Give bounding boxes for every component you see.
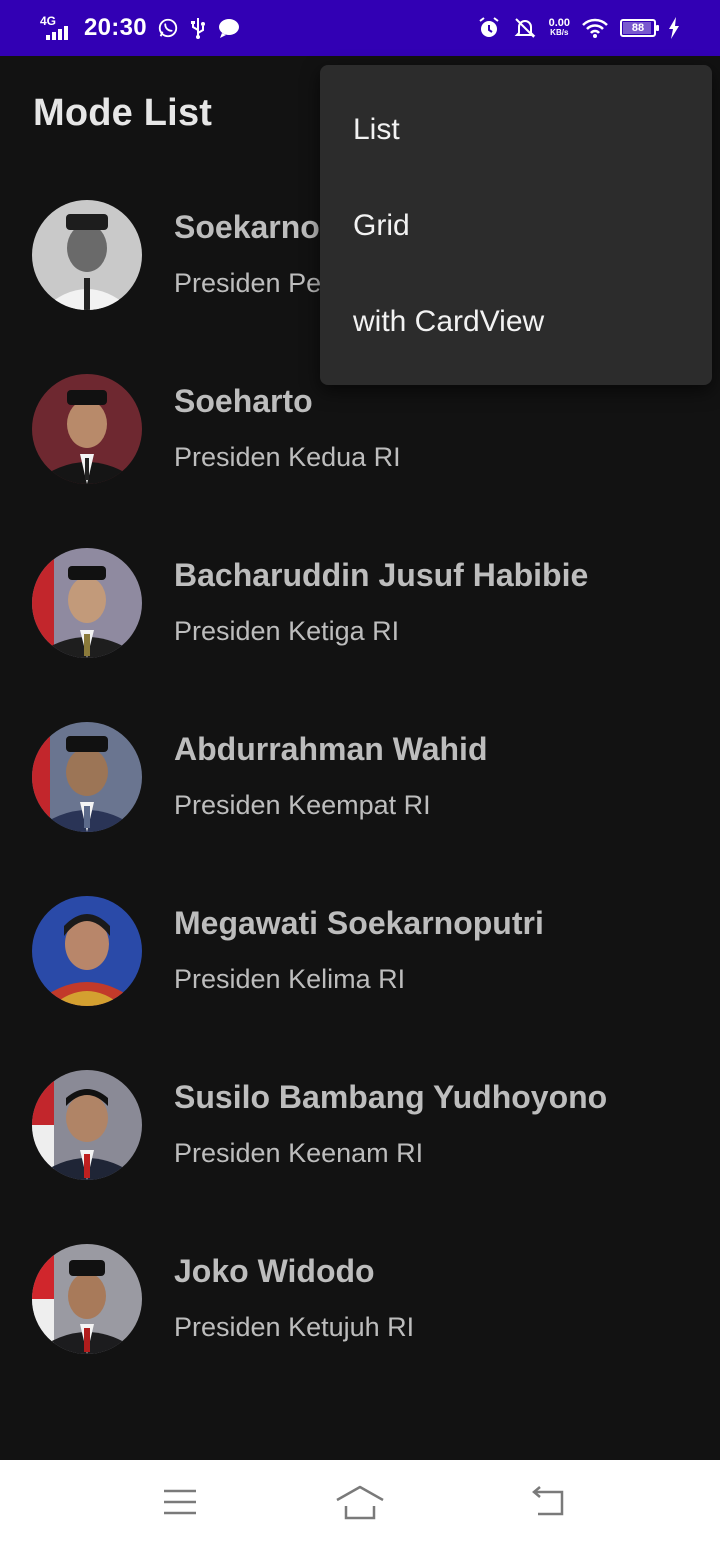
avatar <box>32 896 142 1006</box>
hero-name: Soeharto <box>174 383 313 419</box>
menu-icon[interactable] <box>152 1480 208 1524</box>
page-title: Mode List <box>33 92 213 134</box>
avatar <box>32 1244 142 1354</box>
hero-name: Soekarno <box>174 209 320 245</box>
usb-icon <box>189 16 207 40</box>
menu-item-cardview[interactable]: with CardView <box>320 274 712 370</box>
menu-item-grid[interactable]: Grid <box>320 178 712 274</box>
battery-icon: 88 <box>620 19 659 37</box>
overflow-menu: List Grid with CardView <box>320 65 712 385</box>
list-item[interactable]: Megawati Soekarnoputri Presiden Kelima R… <box>0 864 720 1038</box>
chat-bubble-icon <box>217 17 241 39</box>
back-icon[interactable] <box>520 1480 576 1524</box>
hero-name: Bacharuddin Jusuf Habibie <box>174 557 589 593</box>
list-item[interactable]: Abdurrahman Wahid Presiden Keempat RI <box>0 690 720 864</box>
whatsapp-icon <box>157 17 179 39</box>
hero-name: Abdurrahman Wahid <box>174 731 488 767</box>
menu-item-list[interactable]: List <box>320 82 712 178</box>
status-bar: 4G 20:30 0.00 KB/s 88 <box>0 0 720 56</box>
hero-description: Presiden Keempat RI <box>174 790 431 820</box>
hero-description: Presiden Ketujuh RI <box>174 1312 415 1342</box>
avatar <box>32 548 142 658</box>
hero-name: Megawati Soekarnoputri <box>174 905 544 941</box>
hero-description: Presiden Ketiga RI <box>174 616 400 646</box>
hero-name: Joko Widodo <box>174 1253 375 1289</box>
wifi-icon <box>582 17 608 39</box>
clock: 20:30 <box>84 14 147 41</box>
list-item[interactable]: Bacharuddin Jusuf Habibie Presiden Ketig… <box>0 516 720 690</box>
signal-icon: 4G <box>40 14 74 42</box>
list-item[interactable]: Susilo Bambang Yudhoyono Presiden Keenam… <box>0 1038 720 1212</box>
hero-name: Susilo Bambang Yudhoyono <box>174 1079 608 1115</box>
bell-off-icon <box>513 16 537 40</box>
hero-description: Presiden Kedua RI <box>174 442 401 472</box>
navigation-bar <box>0 1460 720 1544</box>
alarm-icon <box>477 16 501 40</box>
hero-description: Presiden Keenam RI <box>174 1138 424 1168</box>
battery-percent: 88 <box>631 22 645 34</box>
home-icon[interactable] <box>332 1480 388 1524</box>
avatar <box>32 1070 142 1180</box>
network-speed: 0.00 KB/s <box>548 17 570 38</box>
avatar <box>32 200 142 310</box>
charging-bolt-icon <box>668 17 680 39</box>
avatar <box>32 722 142 832</box>
list-item[interactable]: Joko Widodo Presiden Ketujuh RI <box>0 1212 720 1386</box>
hero-description: Presiden Kelima RI <box>174 964 406 994</box>
avatar <box>32 374 142 484</box>
